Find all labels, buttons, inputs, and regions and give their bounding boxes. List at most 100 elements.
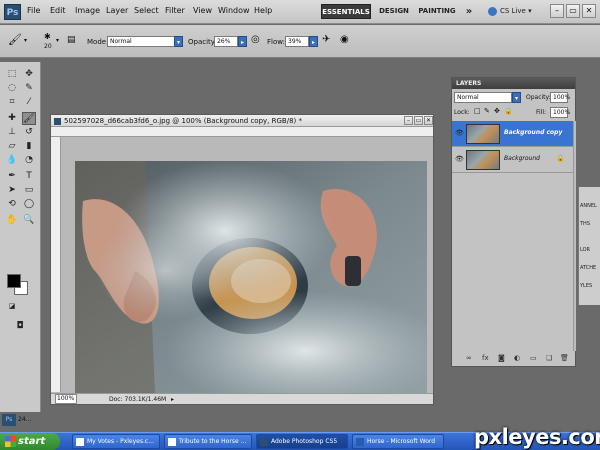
lock-transparency-icon[interactable]: □ — [474, 107, 481, 115]
doc-restore-button[interactable]: ▭ — [414, 116, 423, 125]
brush-preview-icon[interactable]: ✱ — [44, 32, 51, 41]
taskbar-item-photoshop[interactable]: Adobe Photoshop CS5 — [256, 434, 348, 449]
minimized-ps-icon[interactable]: Ps — [2, 414, 16, 426]
crop-tool-icon[interactable]: ⌗ — [5, 96, 19, 109]
path-selection-tool-icon[interactable]: ➤ — [5, 184, 19, 197]
pen-pressure-size-icon[interactable]: ◉ — [340, 34, 349, 45]
airbrush-icon[interactable]: ✈ — [322, 34, 330, 45]
flow-field[interactable]: 39% — [285, 36, 309, 47]
taskbar-item-my-votes[interactable]: My Votes - Pxleyes.c... — [72, 434, 160, 449]
brush-tool-icon[interactable]: 🖌 — [8, 33, 22, 46]
color-panel-tab[interactable]: LOR — [580, 247, 590, 253]
healing-brush-tool-icon[interactable]: ✚ — [5, 112, 19, 125]
layer-mask-icon[interactable]: ◙ — [498, 354, 505, 362]
menu-window[interactable]: Window — [218, 6, 250, 15]
workspace-painting-button[interactable]: PAINTING — [416, 4, 458, 19]
start-button[interactable]: start — [0, 433, 60, 450]
minimize-button[interactable]: – — [550, 4, 564, 18]
quick-select-tool-icon[interactable]: ✎ — [22, 82, 36, 95]
status-menu-arrow-icon[interactable]: ▸ — [171, 394, 174, 405]
doc-size-info[interactable]: Doc: 703.1K/1.46M — [109, 394, 166, 405]
cs-live-label: CS Live — [500, 7, 526, 15]
taskbar-item-word[interactable]: Horse - Microsoft Word — [352, 434, 444, 449]
document-title-bar[interactable]: 502597028_d66cab3fd6_o.jpg @ 100% (Backg… — [51, 115, 433, 127]
quick-mask-icon[interactable]: ◘ — [13, 320, 27, 333]
layers-scrollbar[interactable] — [573, 121, 576, 351]
paths-panel-tab[interactable]: THS — [580, 221, 590, 227]
shape-tool-icon[interactable]: ▭ — [22, 184, 36, 197]
cs-live-button[interactable]: CS Live ▾ — [488, 4, 544, 19]
eraser-tool-icon[interactable]: ▱ — [5, 140, 19, 153]
trash-icon[interactable]: 🗑 — [560, 354, 569, 362]
workspace-design-button[interactable]: DESIGN — [376, 4, 412, 19]
menu-file[interactable]: File — [27, 6, 40, 15]
layer-opacity-field[interactable]: 100% — [550, 92, 570, 103]
foreground-color-swatch[interactable] — [7, 274, 21, 288]
word-icon — [356, 438, 364, 446]
blend-mode-dropdown-icon[interactable]: ▾ — [512, 92, 521, 103]
mode-dropdown-icon[interactable]: ▾ — [174, 36, 183, 47]
lasso-tool-icon[interactable]: ◌ — [5, 82, 19, 95]
marquee-tool-icon[interactable]: ⬚ — [5, 68, 19, 81]
layer-style-icon[interactable]: fx — [482, 354, 489, 362]
gradient-tool-icon[interactable]: ▮ — [22, 140, 36, 153]
fill-field[interactable]: 100% — [550, 107, 570, 118]
3d-orbit-tool-icon[interactable]: ◯ — [22, 198, 36, 211]
adjustment-layer-icon[interactable]: ◐ — [514, 354, 520, 362]
minimized-doc-label[interactable]: 24... — [18, 416, 31, 423]
new-layer-icon[interactable]: ❏ — [546, 354, 552, 362]
pen-tool-icon[interactable]: ✒ — [5, 170, 19, 183]
menu-filter[interactable]: Filter — [165, 6, 185, 15]
dodge-tool-icon[interactable]: ◔ — [22, 154, 36, 167]
layers-tab[interactable]: LAYERS — [452, 78, 575, 89]
menu-edit[interactable]: Edit — [50, 6, 66, 15]
zoom-tool-icon[interactable]: 🔍 — [22, 214, 36, 227]
3d-rotate-tool-icon[interactable]: ⟲ — [5, 198, 19, 211]
opacity-field[interactable]: 26% — [214, 36, 238, 47]
layer-blend-mode-select[interactable]: Normal — [454, 92, 512, 103]
channels-panel-tab[interactable]: ANNEL — [580, 203, 597, 209]
brush-tool-icon-active[interactable]: 🖌 — [22, 112, 36, 125]
pen-pressure-opacity-icon[interactable]: ◎ — [251, 34, 260, 45]
lock-position-icon[interactable]: ✥ — [494, 107, 500, 115]
flow-slider-arrow-icon[interactable]: ▸ — [309, 36, 318, 47]
mode-select[interactable]: Normal — [107, 36, 175, 47]
menu-select[interactable]: Select — [134, 6, 159, 15]
lock-image-icon[interactable]: ✎ — [484, 107, 490, 115]
zoom-field[interactable]: 100% — [55, 394, 77, 404]
eye-icon[interactable]: 👁 — [455, 155, 464, 163]
history-brush-tool-icon[interactable]: ↺ — [22, 126, 36, 139]
restore-button[interactable]: ▭ — [566, 4, 580, 18]
styles-panel-tab[interactable]: YLES — [580, 283, 592, 289]
new-group-icon[interactable]: ▭ — [530, 354, 537, 362]
doc-close-button[interactable]: ✕ — [424, 116, 433, 125]
type-tool-icon[interactable]: T — [22, 170, 36, 183]
mode-label: Mode: — [87, 38, 109, 46]
menu-view[interactable]: View — [193, 6, 212, 15]
layer-row-background[interactable]: 👁 Background 🔒 — [452, 147, 573, 173]
menu-layer[interactable]: Layer — [106, 6, 128, 15]
link-layers-icon[interactable]: ∞ — [466, 354, 472, 362]
swatches-panel-tab[interactable]: ATCHE — [580, 265, 596, 271]
default-colors-icon[interactable]: ◪ — [5, 300, 19, 313]
brush-picker-arrow-icon[interactable]: ▾ — [56, 37, 59, 44]
tool-preset-arrow-icon[interactable]: ▾ — [24, 37, 27, 44]
brush-panel-icon[interactable]: ▤ — [67, 35, 76, 45]
close-button[interactable]: ✕ — [582, 4, 596, 18]
image-canvas[interactable] — [75, 161, 427, 393]
workspace-more-button[interactable]: » — [462, 4, 476, 19]
move-tool-icon[interactable]: ✥ — [22, 68, 36, 81]
eye-icon[interactable]: 👁 — [455, 129, 464, 137]
layer-row-background-copy[interactable]: 👁 Background copy — [452, 121, 573, 147]
doc-minimize-button[interactable]: – — [404, 116, 413, 125]
menu-image[interactable]: Image — [75, 6, 100, 15]
eyedropper-tool-icon[interactable]: ⁄ — [22, 96, 36, 109]
workspace-essentials-button[interactable]: ESSENTIALS — [321, 4, 371, 19]
hand-tool-icon[interactable]: ✋ — [5, 214, 19, 227]
opacity-slider-arrow-icon[interactable]: ▸ — [238, 36, 247, 47]
lock-all-icon[interactable]: 🔒 — [504, 107, 513, 115]
blur-tool-icon[interactable]: 💧 — [5, 154, 19, 167]
menu-help[interactable]: Help — [254, 6, 272, 15]
clone-stamp-tool-icon[interactable]: ⊥ — [5, 126, 19, 139]
taskbar-item-tribute[interactable]: Tribute to the Horse ... — [164, 434, 252, 449]
